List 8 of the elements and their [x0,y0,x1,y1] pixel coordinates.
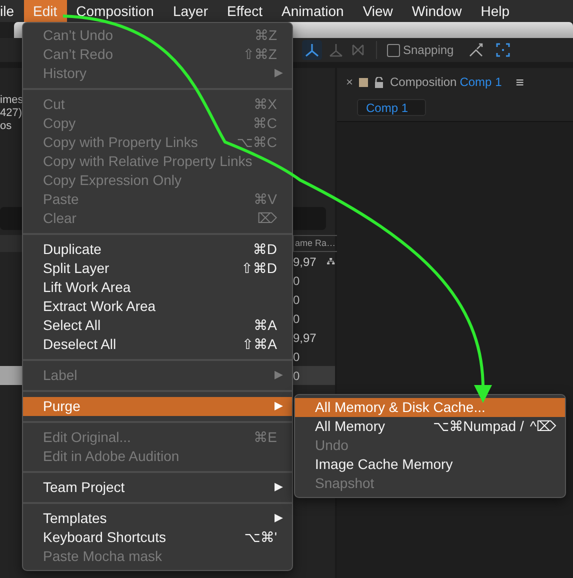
table-cell: 0 [293,350,300,364]
comp-name: Comp 1 [460,75,502,89]
panel-title: Composition [390,75,457,89]
info-text: os [0,120,12,133]
info-text: 427) [0,107,22,120]
table-cell: 0 [293,368,300,382]
info-text: imes [0,94,24,107]
table-cell: 9,97 [293,254,316,268]
